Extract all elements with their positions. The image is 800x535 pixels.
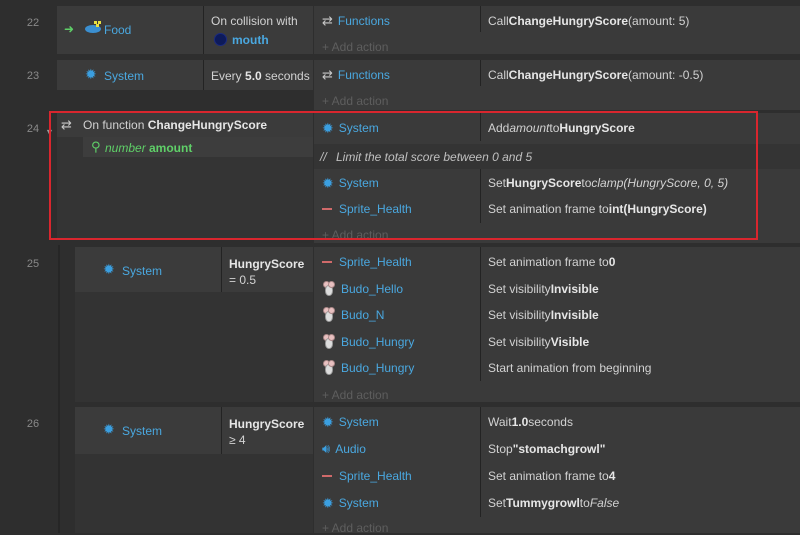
condition-object-name: Food [104,23,132,37]
action-text: Set animation frame to 0 [488,255,616,269]
action-row[interactable]: ✹ System [322,409,379,435]
condition-variable: HungryScore [229,417,305,431]
event-condition-block[interactable]: ✹ System HungryScore = 0.5 [75,247,313,292]
mouth-sprite-icon [214,33,227,46]
action-object: Budo_Hungry [341,361,415,375]
action-object: Budo_Hello [341,282,404,296]
action-text: Stop "stomachgrowl" [488,442,606,456]
action-row[interactable]: Sprite_Health [322,249,412,275]
action-row[interactable]: Budo_Hello [322,276,403,302]
condition-target: mouth [232,33,269,47]
action-row[interactable]: Budo_Hungry [322,355,414,381]
highlight-box [49,111,758,240]
arrow-right-icon: ➜ [64,22,75,36]
action-object: Budo_Hungry [341,335,415,349]
mouse-sprite-icon [322,307,336,323]
action-object: Budo_N [341,308,385,322]
action-text: Call ChangeHungryScore (amount: 5) [488,14,690,28]
gear-icon: ✹ [103,421,115,437]
event-condition-block[interactable]: ➜ Food On collision with mouth [57,6,313,54]
event-line-number: 22 [26,17,40,29]
action-text: Set visibility Invisible [488,282,599,296]
function-icon: ⇄ [322,67,333,82]
event-actions-block: ⇄ Functions Call ChangeHungryScore (amou… [314,6,800,54]
action-row[interactable]: Sprite_Health [322,463,412,489]
nesting-guide [58,245,60,533]
event-actions-block: ⇄ Functions Call ChangeHungryScore (amou… [314,60,800,110]
gear-icon: ✹ [322,495,334,511]
gear-icon: ✹ [103,261,115,277]
action-row[interactable]: ⇄ Functions [322,62,390,88]
condition-object-name: System [104,69,145,83]
action-text: Wait 1.0 seconds [488,415,573,429]
add-action-link[interactable]: + Add action [322,94,388,108]
event-line-number: 23 [26,70,40,82]
action-text: Start animation from beginning [488,361,652,375]
action-row[interactable]: 🔊︎ Audio [322,436,366,462]
gear-icon: ✹ [85,66,97,82]
condition-object-name: System [122,264,163,278]
action-text: Set visibility Visible [488,335,590,349]
condition-text: Every 5.0 seconds [211,69,310,83]
event-condition-block[interactable]: ✹ System HungryScore ≥ 4 [75,407,313,454]
speaker-icon: 🔊︎ [322,441,331,456]
event-line-number: 26 [26,418,40,430]
event-condition-block[interactable]: ✹ System Every 5.0 seconds [57,60,313,90]
sprite-health-icon [322,261,332,263]
action-row[interactable]: ✹ System [322,490,379,516]
action-object: Sprite_Health [339,469,412,483]
gear-icon: ✹ [322,414,334,430]
action-text: Set Tummygrowl to False [488,496,620,510]
function-icon: ⇄ [322,13,333,28]
event-actions-block: Sprite_Health Set animation frame to 0 B… [314,247,800,402]
event-actions-block: ✹ System Wait 1.0 seconds 🔊︎ Audio Stop … [314,407,800,535]
action-object: System [338,496,379,510]
action-text: Call ChangeHungryScore (amount: -0.5) [488,68,704,82]
condition-expression: = 0.5 [229,273,257,287]
add-action-link[interactable]: + Add action [322,388,388,402]
action-object: Functions [337,68,390,82]
mouse-sprite-icon [322,281,336,297]
action-object: Audio [335,442,366,456]
action-object: Functions [337,14,390,28]
condition-variable: HungryScore [229,257,305,271]
mouse-sprite-icon [322,334,336,350]
action-row[interactable]: Budo_N [322,302,384,328]
event-line-number: 24 [26,123,40,135]
mouse-sprite-icon [322,360,336,376]
event-line-number: 25 [26,258,40,270]
sprite-health-icon [322,475,332,477]
food-sprite-icon [84,20,102,34]
add-action-link[interactable]: + Add action [322,40,388,54]
condition-object-name: System [122,424,163,438]
action-text: Set visibility Invisible [488,308,599,322]
action-row[interactable]: ⇄ Functions [322,8,390,34]
condition-expression: ≥ 4 [229,433,246,447]
condition-text: On collision with [211,14,298,28]
action-row[interactable]: Budo_Hungry [322,329,414,355]
action-object: Sprite_Health [339,255,412,269]
action-object: System [338,415,379,429]
action-text: Set animation frame to 4 [488,469,616,483]
